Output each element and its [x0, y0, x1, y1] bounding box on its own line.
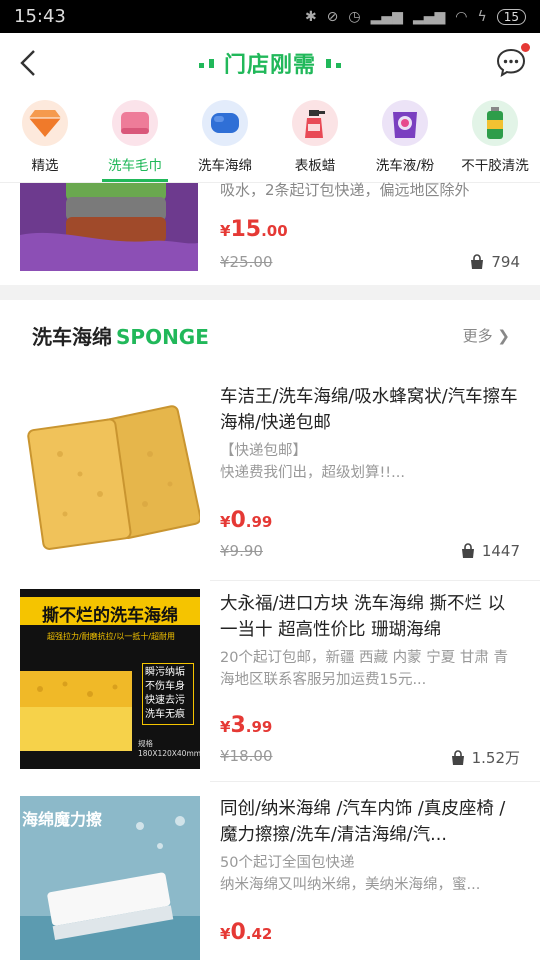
tab-towel[interactable]: 洗车毛巾 — [90, 93, 180, 182]
product-price: ¥0.42 — [220, 920, 273, 945]
product-tag: 【快递包邮】 — [220, 443, 307, 459]
product-name: 车洁王/洗车海绵/吸水蜂窝状/汽车擦车海棉/快递包邮 — [220, 387, 518, 433]
product-card-towel[interactable]: 吸水，2条起订包快递，偏远地区除外 ¥15.00 ¥25.00 794 — [0, 181, 540, 285]
status-bar: 15:43 ✱ ⊘ ◷ ▂▄▆ ▂▄▆ ◠ ϟ 15 — [0, 0, 540, 33]
chat-bubble-icon — [496, 48, 526, 78]
tab-dashboard-wax[interactable]: 表板蜡 — [270, 93, 360, 182]
tab-label: 洗车毛巾 — [108, 158, 162, 174]
product-image-towels — [20, 183, 198, 271]
cleaner-can-icon — [472, 100, 518, 146]
original-price: ¥9.90 — [220, 542, 263, 560]
title-decor-left — [198, 58, 214, 68]
diamond-icon — [22, 100, 68, 146]
category-tabs: 精选 洗车毛巾 洗车海绵 表板蜡 洗车液/粉 不干胶清洗 — [0, 93, 540, 183]
product-name: 同创/纳米海绵 /汽车内饰 /真皮座椅 /魔力擦擦/洗车/清洁海绵/汽... — [220, 799, 506, 845]
product-name: 大永福/进口方块 洗车海绵 撕不烂 以一当十 超高性价比 珊瑚海绵 — [220, 594, 506, 640]
tab-sponge[interactable]: 洗车海绵 — [180, 93, 270, 182]
title-bar: 门店刚需 — [0, 33, 540, 93]
tab-wash-liquid[interactable]: 洗车液/粉 — [360, 93, 450, 182]
section-title: 洗车海绵 SPONGE — [32, 324, 209, 349]
original-price: ¥18.00 — [220, 747, 273, 765]
product-card-1[interactable]: 车洁王/洗车海绵/吸水蜂窝状/汽车擦车海棉/快递包邮 【快递包邮】 快递费我们出… — [0, 370, 540, 580]
product-image-tear-proof-sponge: 撕不烂的洗车海绵 超强拉力/耐磨抗拉/以一抵十/超耐用 瞬污纳垢 不伤车身 快速… — [20, 589, 200, 769]
tab-label: 不干胶清洗 — [461, 158, 529, 174]
product-note: 纳米海绵又叫纳米绵，美纳米海绵，蜜... — [220, 877, 481, 893]
battery-level: 15 — [496, 8, 526, 25]
image-spec: 规格 180X120X40mm — [138, 739, 200, 758]
shopping-bag-icon — [471, 254, 484, 269]
signal-icon: ▂▄▆ — [370, 8, 403, 25]
title-decor-right — [326, 58, 341, 68]
product-note: 快递费我们出，超级划算!!... — [220, 465, 405, 481]
product-tag: 50个起订全国包快递 — [220, 855, 355, 871]
product-info: 同创/纳米海绵 /汽车内饰 /真皮座椅 /魔力擦擦/洗车/清洁海绵/汽... 5… — [220, 796, 520, 896]
original-price: ¥25.00 — [220, 253, 273, 271]
notification-dot — [521, 43, 530, 52]
wifi-icon: ◠ — [455, 8, 468, 25]
status-time: 15:43 — [14, 6, 66, 27]
image-side-text: 瞬污纳垢 不伤车身 快速去污 洗车无痕 — [142, 663, 194, 725]
product-tag: 20个起订包邮，新疆 西藏 内蒙 宁夏 甘肃 青海地区联系客服另加运费15元..… — [220, 650, 508, 688]
product-info: 车洁王/洗车海绵/吸水蜂窝状/汽车擦车海棉/快递包邮 【快递包邮】 快递费我们出… — [220, 384, 520, 484]
tab-adhesive-cleaner[interactable]: 不干胶清洗 — [450, 93, 540, 182]
sponge-icon — [202, 100, 248, 146]
page-title: 门店刚需 — [198, 47, 341, 79]
mute-icon: ⊘ — [326, 8, 339, 25]
detergent-icon — [382, 100, 428, 146]
sales-count: 1447 — [460, 542, 520, 560]
shopping-bag-icon — [451, 749, 464, 765]
more-link[interactable]: 更多 ❯ — [463, 325, 510, 346]
shopping-bag-icon — [461, 543, 474, 558]
section-header: 洗车海绵 SPONGE 更多 ❯ — [0, 300, 540, 370]
tab-label: 洗车海绵 — [198, 158, 252, 174]
sales-count: 794 — [469, 253, 520, 271]
image-subline: 超强拉力/耐磨抗拉/以一抵十/超耐用 — [46, 632, 176, 641]
status-icons: ✱ ⊘ ◷ ▂▄▆ ▂▄▆ ◠ ϟ 15 — [304, 8, 526, 25]
image-headline: 海绵魔力擦 — [22, 810, 103, 829]
product-card-3[interactable]: 海绵魔力擦 同创/纳米海绵 /汽车内饰 /真皮座椅 /魔力擦擦/洗车/清洁海绵/… — [0, 782, 540, 960]
product-card-2[interactable]: 撕不烂的洗车海绵 超强拉力/耐磨抗拉/以一抵十/超耐用 瞬污纳垢 不伤车身 快速… — [0, 581, 540, 781]
product-info: 大永福/进口方块 洗车海绵 撕不烂 以一当十 超高性价比 珊瑚海绵 20个起订包… — [220, 591, 520, 691]
product-image-magic-eraser: 海绵魔力擦 — [20, 796, 200, 960]
bluetooth-icon: ✱ — [304, 8, 317, 25]
product-price: ¥0.99 — [220, 508, 273, 533]
alarm-icon: ◷ — [348, 8, 361, 25]
product-desc: 吸水，2条起订包快递，偏远地区除外 — [220, 181, 470, 199]
spray-bottle-icon — [292, 100, 338, 146]
product-price: ¥15.00 — [220, 217, 288, 242]
tab-label: 精选 — [31, 158, 59, 174]
product-image-yellow-sponges — [20, 374, 200, 554]
back-arrow-icon[interactable] — [14, 47, 44, 79]
charging-icon: ϟ — [477, 8, 487, 25]
signal-icon-2: ▂▄▆ — [412, 8, 446, 25]
sales-count: 1.52万 — [450, 747, 520, 768]
towel-icon — [112, 100, 158, 146]
image-headline: 撕不烂的洗车海绵 — [42, 606, 178, 626]
message-button[interactable] — [496, 43, 530, 78]
tab-label: 洗车液/粉 — [375, 158, 435, 174]
chevron-right-icon: ❯ — [497, 326, 510, 345]
tab-jingxuan[interactable]: 精选 — [0, 93, 90, 182]
tab-label: 表板蜡 — [294, 158, 336, 174]
product-price: ¥3.99 — [220, 713, 273, 738]
